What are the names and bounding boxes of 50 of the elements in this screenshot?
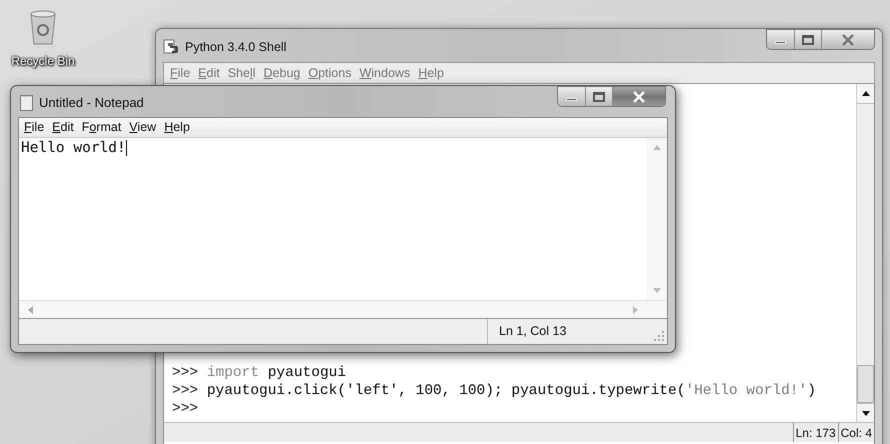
shell-line: >>> pyautogui.click('left', 100, 100); pyautogui.typewrite('Hello world!') <box>172 382 817 400</box>
close-icon <box>841 34 855 46</box>
maximize-button[interactable] <box>795 30 822 49</box>
menu-item[interactable]: Debug <box>260 64 304 82</box>
left-arrow-icon <box>27 304 34 314</box>
minimize-icon <box>566 98 577 101</box>
menu-item[interactable]: Edit <box>194 64 224 82</box>
shell-line: >>> import pyautogui <box>172 364 348 382</box>
menu-item[interactable]: File <box>20 118 48 137</box>
close-button[interactable] <box>613 87 665 106</box>
menu-item[interactable]: View <box>125 118 160 137</box>
status-field: Ln: 173 <box>792 423 838 442</box>
desktop-icon-label[interactable]: Recycle Bin <box>11 52 75 70</box>
menu-item[interactable]: Windows <box>355 64 414 82</box>
vertical-scrollbar[interactable] <box>856 84 874 422</box>
vertical-scrollbar[interactable] <box>647 138 667 300</box>
menu-item[interactable]: File <box>166 64 194 82</box>
status-field: Col: 4 <box>838 423 874 442</box>
menu-item[interactable]: Shell <box>224 64 260 82</box>
recycle-bin-icon[interactable] <box>28 10 58 46</box>
menu-item[interactable]: Options <box>304 64 356 82</box>
window-title: Python 3.4.0 Shell <box>185 39 286 56</box>
menu-item[interactable]: Format <box>78 118 126 137</box>
notepad-icon <box>20 94 33 111</box>
maximize-button[interactable] <box>586 87 613 106</box>
text-editor[interactable]: Hello world! <box>19 138 647 300</box>
up-arrow-icon <box>652 144 662 151</box>
menu-item[interactable]: Help <box>160 118 194 137</box>
maximize-icon <box>593 92 605 102</box>
right-arrow-icon <box>632 304 639 314</box>
scroll-down-button[interactable] <box>857 403 874 422</box>
minimize-button[interactable] <box>558 87 586 106</box>
horizontal-scrollbar[interactable] <box>19 300 667 318</box>
status-field: Ln 1, Col 13 <box>487 319 653 344</box>
up-arrow-icon <box>860 90 870 97</box>
minimize-icon <box>775 41 786 44</box>
window-title: Untitled - Notepad <box>39 94 144 112</box>
text-cursor <box>126 140 127 156</box>
scroll-thumb[interactable] <box>857 365 874 403</box>
scroll-up-button[interactable] <box>857 84 874 104</box>
shell-line: >>> <box>172 400 200 418</box>
down-arrow-icon <box>860 410 870 416</box>
maximize-icon <box>802 34 814 44</box>
minimize-button[interactable] <box>767 30 795 49</box>
close-button[interactable] <box>822 30 874 49</box>
close-icon <box>632 90 646 102</box>
menu-item[interactable]: Help <box>414 64 448 82</box>
resize-grip-icon[interactable] <box>653 330 665 342</box>
down-arrow-icon <box>652 287 662 294</box>
menu-item[interactable]: Edit <box>48 118 78 137</box>
